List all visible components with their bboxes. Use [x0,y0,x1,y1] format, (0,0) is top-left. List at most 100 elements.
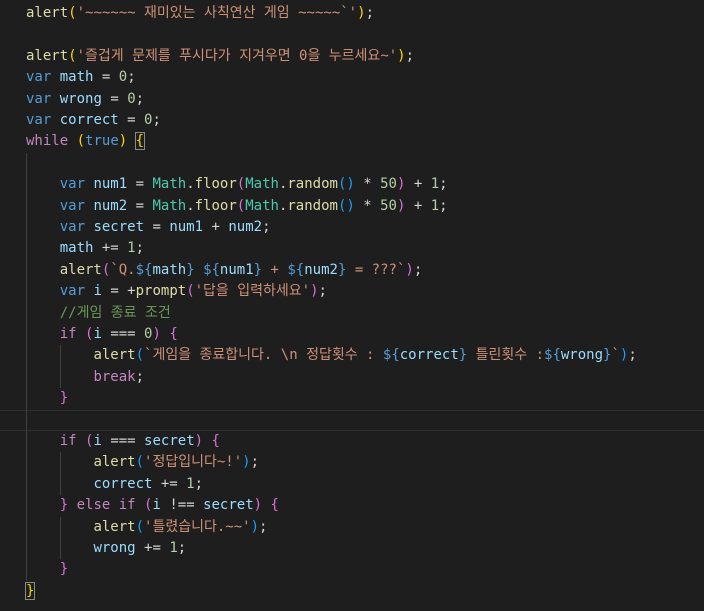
code-token: ${ [135,261,153,278]
code-token: num2 [93,197,128,214]
code-token: i [93,283,102,300]
code-token: while [26,133,69,150]
code-token: '즐겁게 문제를 푸시다가 지겨우면 0을 누르세요~' [76,47,398,64]
code-line[interactable] [0,153,704,174]
code-token: ; [152,112,161,128]
code-text: alert('~~~~~~ 재미있는 사칙연산 게임 ~~~~~`'); [26,3,374,24]
code-token: { [134,132,146,151]
code-line[interactable]: math += 1; [0,238,704,259]
code-line[interactable]: } [0,559,704,580]
code-token: = [144,219,170,235]
code-line[interactable]: } [0,388,704,409]
code-token: ; [405,47,415,64]
code-line[interactable]: if (i === 0) { [0,324,704,345]
code-token: prompt [135,283,187,300]
code-token: num2 [304,261,338,278]
code-token: ( [236,176,246,193]
code-token: if [118,497,136,514]
code-token: } [59,390,69,407]
code-token: secret [144,433,195,449]
code-line[interactable] [0,409,704,431]
code-line[interactable]: } [0,581,704,602]
code-text: } [24,581,36,602]
code-token: !== [160,497,204,514]
code-token: } [59,561,69,578]
code-token: ( [135,454,145,471]
code-token: if [59,326,77,342]
code-token: ${ [203,261,220,278]
code-line[interactable]: alert(`게임을 종료합니다. \n 정답횟수 : ${correct} 틀… [0,345,704,366]
code-token: correct [93,475,153,492]
code-line[interactable]: var num2 = Math.floor(Math.random() * 50… [0,196,704,217]
code-token: } [186,261,195,278]
indent-guide [60,452,62,496]
code-line[interactable]: alert('~~~~~~ 재미있는 사칙연산 게임 ~~~~~`'); [0,3,704,24]
code-line[interactable]: var i = +prompt('답을 입력하세요'); [0,281,704,302]
code-token: wrong [560,347,604,364]
code-line[interactable]: var num1 = Math.floor(Math.random() * 50… [0,174,704,195]
code-line[interactable]: //게임 종료 조건 [0,303,704,324]
code-line[interactable]: var correct = 0; [0,110,704,131]
code-line[interactable]: var math = 0; [0,67,704,88]
code-token: ; [250,454,260,471]
code-token: num1 [93,176,128,193]
code-line[interactable]: alert('정답입니다~!'); [0,452,704,473]
code-text: alert('틀렸습니다.~~'); [26,517,267,538]
code-token: = [118,112,145,128]
code-token: ; [262,219,271,235]
indent-guide [26,152,27,581]
code-token: else [76,497,111,514]
code-token: var [59,219,86,235]
code-token: () [337,197,355,214]
code-token: ; [259,518,268,535]
code-token: '답을 입력하세요' [194,283,311,300]
code-token: math [152,261,187,278]
code-token: } [253,261,263,278]
code-line[interactable]: var secret = num1 + num2; [0,217,704,238]
code-line[interactable]: alert(`Q.${math} ${num1} + ${num2} = ???… [0,260,704,281]
code-token: ; [628,347,637,364]
code-line[interactable]: while (true) { [0,131,704,152]
code-line[interactable]: correct += 1; [0,474,704,495]
code-token: `Q. [110,261,136,278]
code-line[interactable]: wrong += 1; [0,538,704,559]
code-line[interactable]: alert('즐겁게 문제를 푸시다가 지겨우면 0을 누르세요~'); [0,46,704,67]
code-text: if (i === 0) { [26,324,178,345]
code-line[interactable]: break; [0,367,704,388]
code-token: 1 [169,540,178,556]
code-token: 1 [186,475,195,492]
code-text: correct += 1; [26,474,203,495]
code-editor[interactable]: alert('~~~~~~ 재미있는 사칙연산 게임 ~~~~~`'); aler… [0,0,704,611]
code-token: `게임을 종료합니다. \n 정답횟수 : [144,347,383,364]
code-token: Math [245,197,279,214]
code-token: math [59,240,94,257]
code-token: floor [194,197,237,214]
code-token: if [59,433,77,449]
code-line[interactable]: if (i === secret) { [0,431,704,452]
code-token: math [59,69,94,86]
code-token: var [59,283,86,300]
code-token: ; [194,475,204,492]
code-token: ) [118,133,128,150]
code-line[interactable] [0,24,704,45]
code-text: wrong += 1; [26,538,186,559]
code-token: num1 [169,219,204,235]
code-token: = + [101,283,136,300]
code-line[interactable]: alert('틀렸습니다.~~'); [0,517,704,538]
code-line[interactable]: } else if (i !== secret) { [0,495,704,516]
code-token: var [26,69,52,86]
code-token: alert [93,454,136,471]
code-line[interactable]: var wrong = 0; [0,89,704,110]
code-token: var [59,176,86,193]
code-token: true [85,133,119,150]
code-token: = ???` [346,261,406,278]
code-token: * [354,176,381,193]
